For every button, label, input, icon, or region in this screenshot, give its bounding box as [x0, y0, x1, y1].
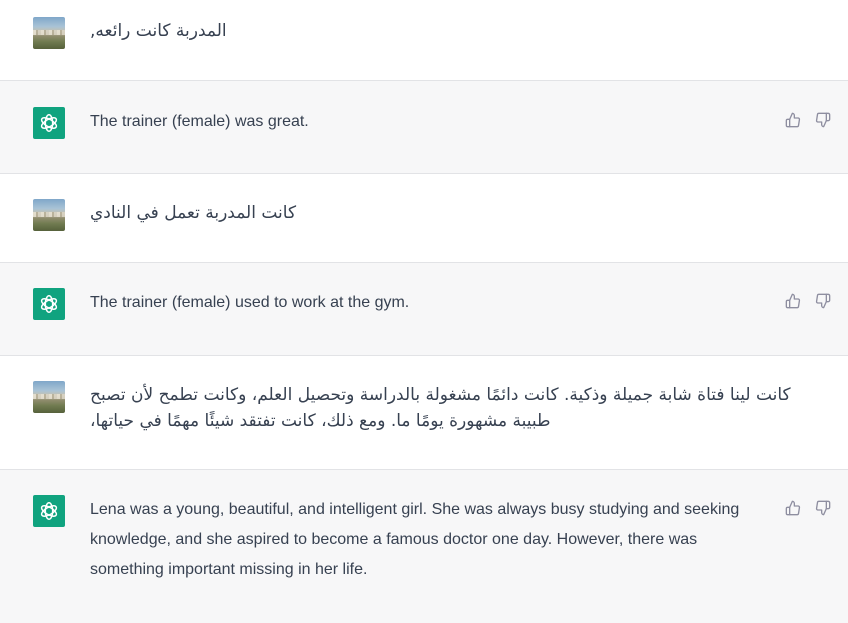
thumbs-down-icon[interactable]: [814, 111, 832, 129]
chatgpt-logo-icon: [33, 495, 65, 527]
thumbs-down-icon[interactable]: [814, 499, 832, 517]
thumbs-up-icon[interactable]: [784, 292, 802, 310]
assistant-message: The trainer (female) used to work at the…: [0, 263, 848, 356]
message-text-line-2: طبيبة مشهورة يومًا ما. ومع ذلك، كانت تفت…: [90, 411, 551, 431]
chat-thread: المدربة كانت رائعه, The trainer (female)…: [0, 0, 848, 623]
user-message: المدربة كانت رائعه,: [0, 0, 848, 81]
assistant-message: Lena was a young, beautiful, and intelli…: [0, 470, 848, 623]
message-text: المدربة كانت رائعه,: [90, 21, 227, 41]
feedback-buttons: [784, 111, 832, 129]
user-avatar: [33, 199, 65, 231]
thumbs-up-icon[interactable]: [784, 499, 802, 517]
user-avatar: [33, 381, 65, 413]
chatgpt-logo-icon: [33, 107, 65, 139]
message-text: The trainer (female) used to work at the…: [90, 294, 410, 311]
thumbs-down-icon[interactable]: [814, 292, 832, 310]
user-message: كانت المدربة تعمل في النادي: [0, 174, 848, 263]
chatgpt-logo-icon: [33, 288, 65, 320]
message-text: The trainer (female) was great.: [90, 113, 309, 130]
feedback-buttons: [784, 499, 832, 517]
user-message: كانت لينا فتاة شابة جميلة وذكية. كانت دا…: [0, 356, 848, 470]
user-avatar: [33, 17, 65, 49]
feedback-buttons: [784, 292, 832, 310]
message-text: كانت المدربة تعمل في النادي: [90, 203, 297, 223]
message-text: Lena was a young, beautiful, and intelli…: [90, 501, 740, 578]
assistant-message: The trainer (female) was great.: [0, 81, 848, 174]
thumbs-up-icon[interactable]: [784, 111, 802, 129]
